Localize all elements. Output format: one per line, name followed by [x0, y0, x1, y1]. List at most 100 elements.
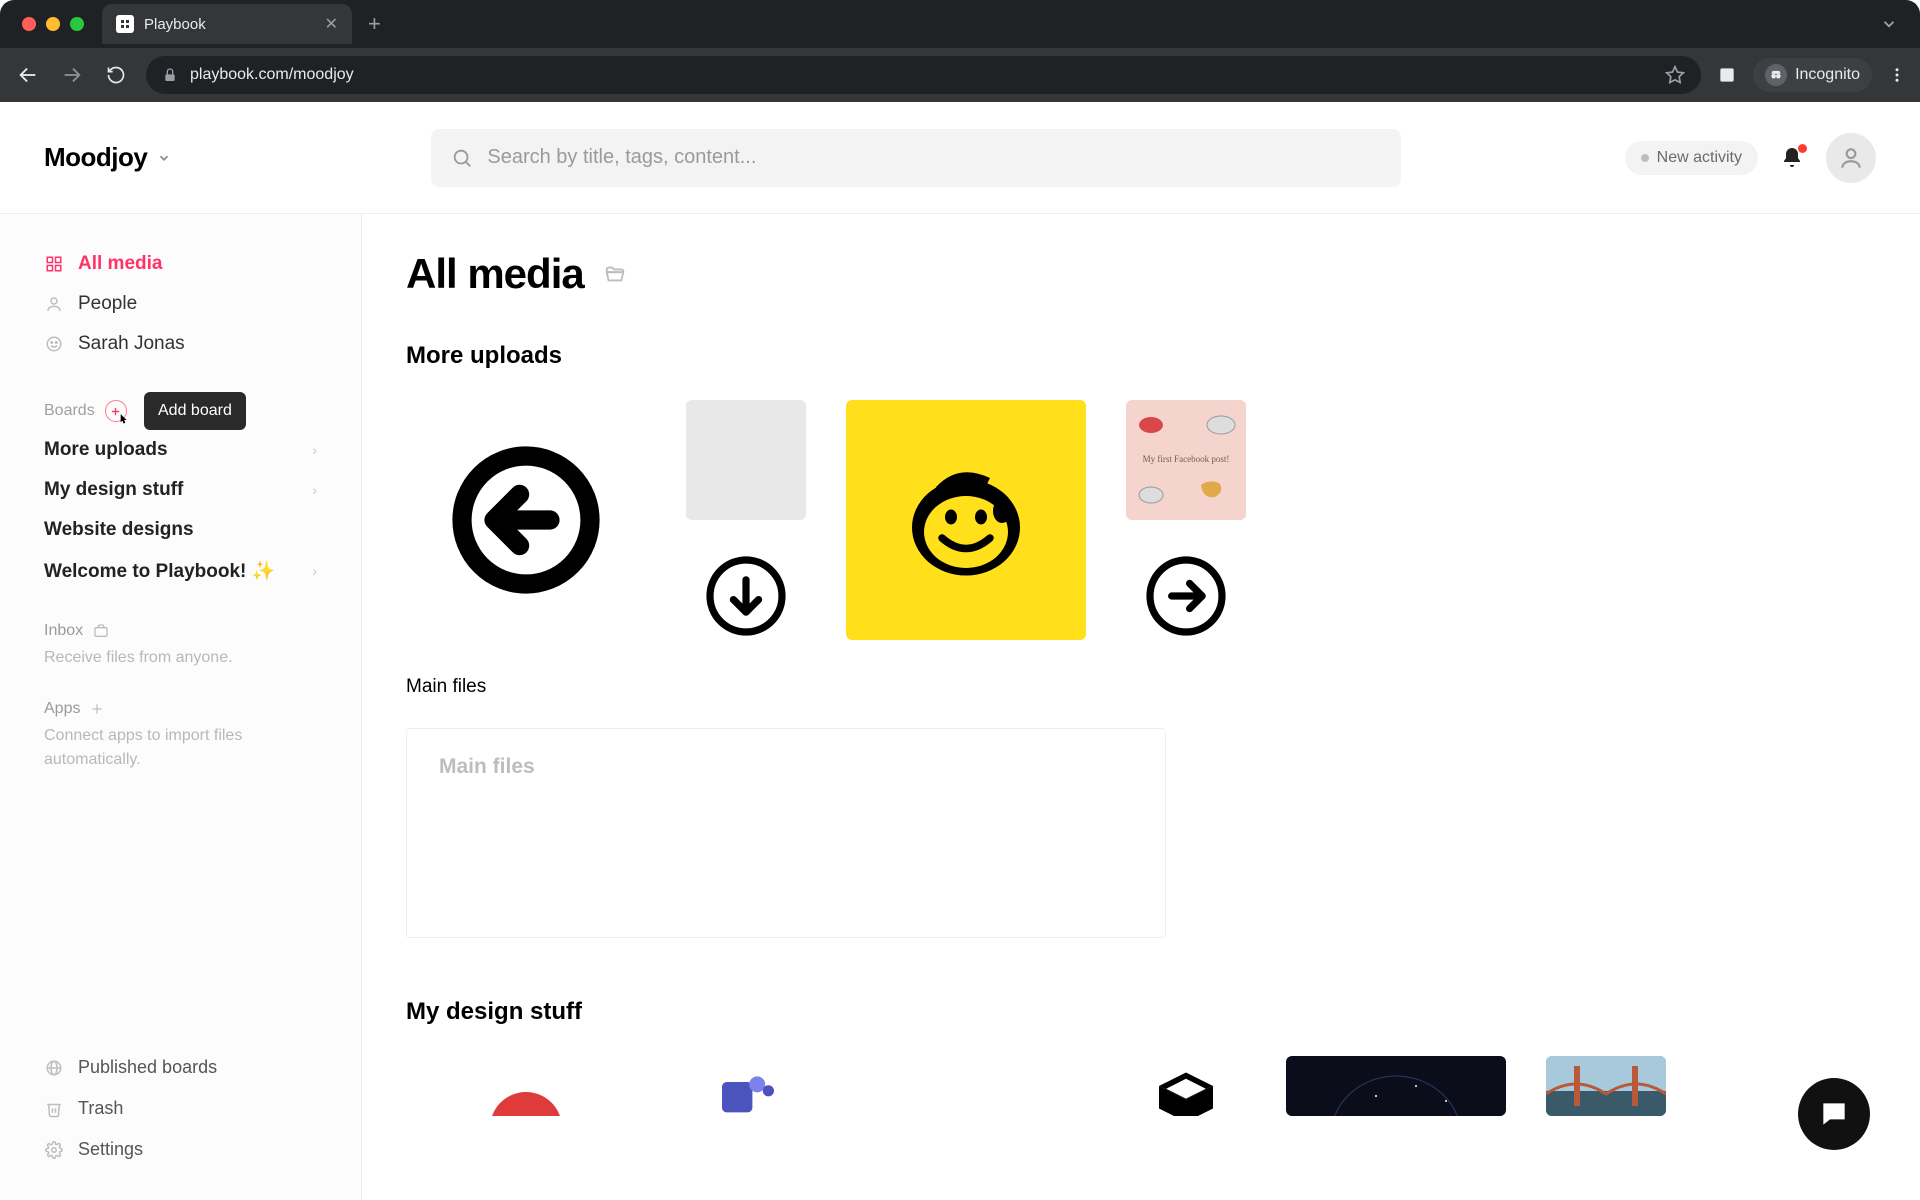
svg-text:My first Facebook post!: My first Facebook post! — [1143, 454, 1230, 464]
media-thumbnail[interactable] — [686, 1056, 806, 1116]
sidebar-item-people[interactable]: People — [0, 284, 361, 324]
apps-section[interactable]: Apps Connect apps to import files automa… — [0, 700, 361, 772]
search-icon — [451, 147, 473, 169]
extensions-icon[interactable] — [1717, 65, 1737, 85]
new-activity-pill[interactable]: New activity — [1625, 141, 1758, 175]
board-item[interactable]: Welcome to Playbook! ✨ › — [0, 550, 361, 592]
apps-description: Connect apps to import files automatical… — [44, 724, 317, 772]
incognito-badge[interactable]: Incognito — [1753, 58, 1872, 92]
activity-label: New activity — [1657, 149, 1742, 167]
search-box[interactable] — [431, 129, 1401, 187]
browser-forward-button[interactable] — [58, 61, 86, 89]
boards-header-label: Boards — [44, 402, 95, 420]
sidebar-item-label: Published boards — [78, 1057, 217, 1078]
board-item[interactable]: More uploads › — [0, 430, 361, 470]
apps-label: Apps — [44, 700, 80, 718]
inbox-icon — [93, 623, 109, 639]
workspace-name: Moodjoy — [44, 142, 147, 173]
sidebar-item-label: Sarah Jonas — [78, 333, 185, 355]
section-title: More uploads — [406, 342, 1876, 370]
bridge-photo-icon — [1546, 1056, 1666, 1116]
browser-reload-button[interactable] — [102, 61, 130, 89]
arrow-left-circle-icon — [446, 440, 606, 600]
browser-chrome: Playbook ✕ + playbook.com/moodjoy — [0, 0, 1920, 102]
tab-favicon-icon — [116, 15, 134, 33]
window-close-icon[interactable] — [22, 17, 36, 31]
sidebar-item-label: Settings — [78, 1139, 143, 1160]
bookmark-star-icon[interactable] — [1665, 65, 1685, 85]
smile-icon — [44, 334, 64, 354]
media-thumbnail[interactable] — [686, 400, 806, 520]
new-tab-button[interactable]: + — [368, 11, 381, 37]
subboard-card[interactable]: Main files — [406, 728, 1166, 938]
collage-icon: My first Facebook post! — [1126, 400, 1246, 520]
earth-night-icon — [1286, 1056, 1506, 1116]
chevron-right-icon: › — [312, 563, 317, 579]
url-text: playbook.com/moodjoy — [190, 66, 1653, 84]
workspace-switcher[interactable]: Moodjoy — [44, 142, 171, 173]
subboard-card-title: Main files — [439, 755, 1133, 779]
tabs-dropdown-icon[interactable] — [1880, 15, 1898, 33]
address-bar[interactable]: playbook.com/moodjoy — [146, 56, 1701, 94]
notifications-button[interactable] — [1780, 146, 1804, 170]
sidebar: All media People Sarah Jonas Boards — [0, 214, 362, 1200]
media-thumbnail[interactable] — [1126, 536, 1246, 656]
add-board-button[interactable] — [105, 400, 127, 422]
inbox-section[interactable]: Inbox Receive files from anyone. — [0, 622, 361, 670]
chevron-down-icon — [157, 151, 171, 165]
red-circle-icon — [466, 1056, 586, 1116]
chat-fab[interactable] — [1798, 1078, 1870, 1150]
status-dot-icon — [1641, 154, 1649, 162]
mailchimp-logo-icon — [891, 445, 1041, 595]
boards-header: Boards Add board — [0, 392, 361, 430]
media-thumbnail[interactable] — [846, 1056, 1086, 1116]
person-icon — [44, 294, 64, 314]
inbox-label: Inbox — [44, 622, 83, 640]
media-thumbnail[interactable] — [1546, 1056, 1666, 1116]
sidebar-item-published[interactable]: Published boards — [0, 1047, 361, 1088]
search-input[interactable] — [487, 146, 1381, 169]
avatar[interactable] — [1826, 133, 1876, 183]
board-label: Website designs — [44, 519, 194, 541]
trash-icon — [44, 1099, 64, 1119]
media-thumbnail[interactable] — [1126, 1056, 1246, 1116]
teams-logo-icon — [706, 1056, 786, 1116]
incognito-label: Incognito — [1795, 66, 1860, 84]
main-content: All media More uploads — [362, 214, 1920, 1200]
plus-icon[interactable] — [90, 702, 104, 716]
window-minimize-icon[interactable] — [46, 17, 60, 31]
browser-menu-icon[interactable] — [1888, 66, 1906, 84]
board-item[interactable]: My design stuff › — [0, 470, 361, 510]
thumbnail-row: My first Facebook post! — [406, 400, 1876, 656]
browser-back-button[interactable] — [14, 61, 42, 89]
incognito-icon — [1765, 64, 1787, 86]
sidebar-item-label: All media — [78, 253, 162, 275]
app-root: Moodjoy New activity — [0, 102, 1920, 1200]
gear-icon — [44, 1140, 64, 1160]
sidebar-item-all-media[interactable]: All media — [0, 244, 361, 284]
cursor-pointer-icon — [116, 413, 130, 427]
media-thumbnail[interactable] — [1286, 1056, 1506, 1116]
sidebar-item-user[interactable]: Sarah Jonas — [0, 324, 361, 364]
media-thumbnail[interactable] — [686, 536, 806, 656]
chevron-right-icon: › — [312, 482, 317, 498]
media-thumbnail[interactable] — [406, 1056, 646, 1116]
tab-title: Playbook — [144, 16, 315, 33]
sidebar-item-settings[interactable]: Settings — [0, 1129, 361, 1170]
chevron-right-icon: › — [312, 442, 317, 458]
window-maximize-icon[interactable] — [70, 17, 84, 31]
board-item[interactable]: Website designs — [0, 510, 361, 550]
address-bar-row: playbook.com/moodjoy Incognito — [0, 48, 1920, 102]
media-thumbnail[interactable]: My first Facebook post! — [1126, 400, 1246, 520]
tab-close-icon[interactable]: ✕ — [325, 14, 338, 34]
media-thumbnail[interactable] — [846, 400, 1086, 640]
folder-open-icon[interactable] — [604, 263, 626, 285]
window-controls[interactable] — [22, 17, 84, 31]
sidebar-item-trash[interactable]: Trash — [0, 1088, 361, 1129]
cube-icon — [1141, 1056, 1231, 1116]
app-topbar: Moodjoy New activity — [0, 102, 1920, 214]
browser-tab[interactable]: Playbook ✕ — [102, 4, 352, 44]
subboard-label[interactable]: Main files — [406, 676, 1876, 698]
lock-icon — [162, 67, 178, 83]
media-thumbnail[interactable] — [406, 400, 646, 640]
